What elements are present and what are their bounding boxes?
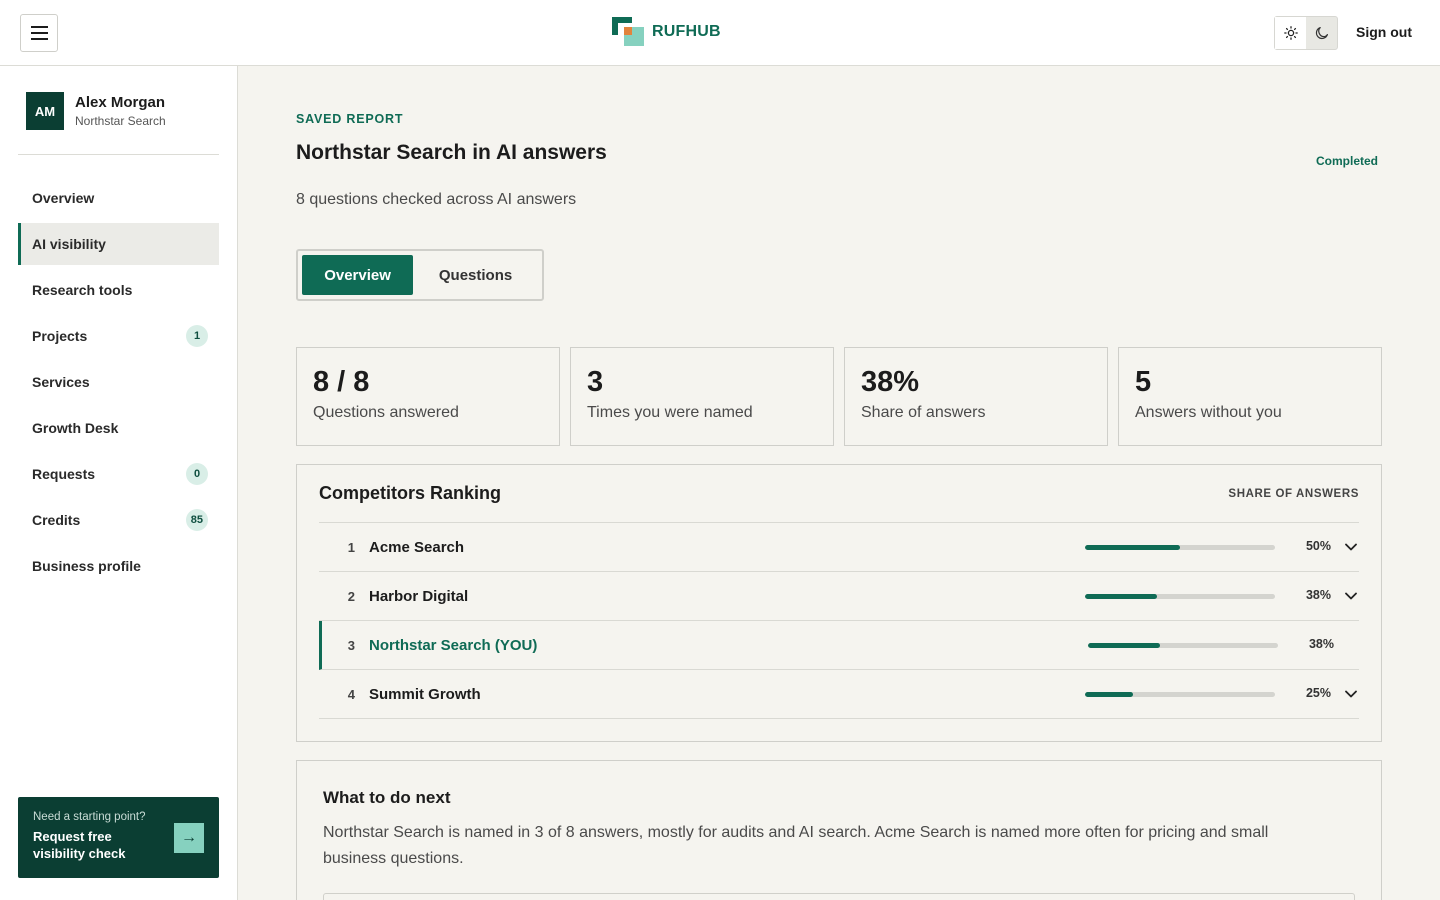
hamburger-icon: [30, 26, 48, 28]
sidebar-item-label: Projects: [32, 328, 88, 344]
sidebar-item-label: Growth Desk: [32, 420, 119, 436]
sidebar-item-business-profile[interactable]: Business profile: [18, 545, 219, 587]
sidebar: AM Alex Morgan Northstar Search Overview…: [0, 66, 238, 900]
report-tabs: Overview Questions: [296, 249, 544, 301]
sun-icon[interactable]: [1275, 17, 1306, 49]
ranking-list: 1 Acme Search 50% 2 Harbor Digital 38% 3 Norths…: [319, 523, 1359, 719]
count-badge: 85: [185, 509, 208, 531]
sidebar-item-services[interactable]: Services: [18, 361, 219, 403]
tab-overview[interactable]: Overview: [302, 255, 414, 295]
stat-label: Share of answers: [861, 404, 986, 421]
sidebar-item-projects[interactable]: Projects 1: [18, 315, 219, 357]
stat-value: 38%: [861, 366, 920, 398]
share-bar-fill: [1085, 594, 1158, 599]
chevron-down-icon[interactable]: [1343, 684, 1359, 704]
user-org: Northstar Search: [75, 114, 166, 128]
ranking-header: Competitors Ranking SHARE OF ANSWERS: [319, 465, 1359, 523]
stat-value: 8 / 8: [313, 366, 370, 398]
rank-number: 1: [347, 539, 355, 555]
sidebar-nav: Overview AI visibility Research tools Proje…: [18, 177, 219, 591]
stat-card: 5 Answers without you: [1118, 347, 1382, 446]
avatar: AM: [26, 92, 64, 130]
report-eyebrow: SAVED REPORT: [296, 112, 404, 126]
stat-value: 5: [1135, 366, 1152, 398]
theme-toggle[interactable]: [1274, 16, 1338, 50]
promo-cta-text: Request free visibility check: [33, 829, 126, 861]
next-steps-panel: What to do next Northstar Search is name…: [296, 760, 1382, 900]
page-title: Northstar Search in AI answers: [296, 141, 607, 164]
sidebar-item-label: Credits: [32, 512, 81, 528]
share-bar: [1085, 545, 1275, 550]
user-card[interactable]: AM Alex Morgan Northstar Search: [26, 92, 166, 130]
share-bar-fill: [1085, 545, 1180, 550]
competitor-name: Northstar Search (YOU): [369, 636, 538, 654]
sidebar-divider: [18, 154, 219, 155]
next-steps-card: [323, 893, 1355, 900]
competitor-name: Acme Search: [369, 538, 465, 556]
sidebar-item-label: Overview: [32, 190, 95, 206]
sidebar-item-label: Requests: [32, 466, 96, 482]
stat-card: 3 Times you were named: [570, 347, 834, 446]
rank-number: 3: [347, 637, 355, 653]
sidebar-item-ai-visibility[interactable]: AI visibility: [18, 223, 219, 265]
stats-row: 8 / 8 Questions answered 3 Times you wer…: [296, 347, 1382, 446]
competitor-name: Harbor Digital: [369, 587, 469, 605]
share-percent: 38%: [1305, 588, 1331, 602]
sign-out-link[interactable]: Sign out: [1356, 24, 1412, 40]
stat-label: Answers without you: [1135, 404, 1282, 421]
count-badge: 0: [186, 463, 208, 485]
ranking-column-label: SHARE OF ANSWERS: [1228, 487, 1359, 500]
next-steps-title: What to do next: [323, 788, 451, 807]
sidebar-item-label: Services: [32, 374, 90, 390]
page-subtitle: 8 questions checked across AI answers: [296, 191, 577, 208]
ranking-row[interactable]: 4 Summit Growth 25%: [319, 670, 1359, 719]
sidebar-item-label: Research tools: [32, 282, 133, 298]
promo-card[interactable]: Need a starting point? Request free visi…: [18, 797, 219, 878]
ranking-row[interactable]: 2 Harbor Digital 38%: [319, 572, 1359, 621]
competitors-ranking-panel: Competitors Ranking SHARE OF ANSWERS 1 Ac…: [296, 464, 1382, 742]
logo-mark-icon: [612, 17, 644, 47]
menu-button[interactable]: [20, 14, 58, 52]
ranking-title: Competitors Ranking: [319, 483, 502, 503]
share-bar-fill: [1088, 643, 1161, 648]
chevron-down-icon[interactable]: [1343, 537, 1359, 557]
promo-caption: Need a starting point?: [33, 811, 146, 823]
share-percent: 50%: [1305, 539, 1331, 553]
status-badge: Completed: [1316, 154, 1379, 168]
ranking-row: 3 Northstar Search (YOU) 38%: [319, 621, 1359, 670]
stat-value: 3: [587, 366, 604, 398]
logo[interactable]: RUFHUB: [612, 17, 721, 47]
rank-number: 2: [347, 588, 355, 604]
stat-label: Questions answered: [313, 404, 459, 421]
arrow-right-icon[interactable]: →: [174, 823, 204, 853]
sidebar-item-growth-desk[interactable]: Growth Desk: [18, 407, 219, 449]
share-bar: [1085, 594, 1275, 599]
logo-text: RUFHUB: [652, 23, 721, 40]
sidebar-item-label: Business profile: [32, 558, 141, 574]
top-bar: RUFHUB Sign out: [0, 0, 1440, 66]
stat-card: 38% Share of answers: [844, 347, 1108, 446]
ranking-row[interactable]: 1 Acme Search 50%: [319, 523, 1359, 572]
share-bar-fill: [1085, 692, 1133, 697]
moon-icon[interactable]: [1306, 17, 1337, 49]
share-percent: 38%: [1308, 637, 1334, 651]
count-badge: 1: [186, 325, 208, 347]
rank-number: 4: [347, 686, 355, 702]
chevron-down-icon[interactable]: [1343, 586, 1359, 606]
stat-label: Times you were named: [587, 404, 753, 421]
user-name: Alex Morgan: [75, 94, 166, 111]
sidebar-item-credits[interactable]: Credits 85: [18, 499, 219, 541]
share-percent: 25%: [1305, 686, 1331, 700]
sidebar-item-label: AI visibility: [32, 236, 106, 252]
tab-questions[interactable]: Questions: [413, 255, 538, 295]
sidebar-item-requests[interactable]: Requests 0: [18, 453, 219, 495]
next-steps-body: Northstar Search is named in 3 of 8 answ…: [323, 824, 1269, 867]
stat-card: 8 / 8 Questions answered: [296, 347, 560, 446]
share-bar: [1085, 692, 1275, 697]
sidebar-item-research-tools[interactable]: Research tools: [18, 269, 219, 311]
competitor-name: Summit Growth: [369, 685, 481, 703]
share-bar: [1088, 643, 1278, 648]
sidebar-item-overview[interactable]: Overview: [18, 177, 219, 219]
